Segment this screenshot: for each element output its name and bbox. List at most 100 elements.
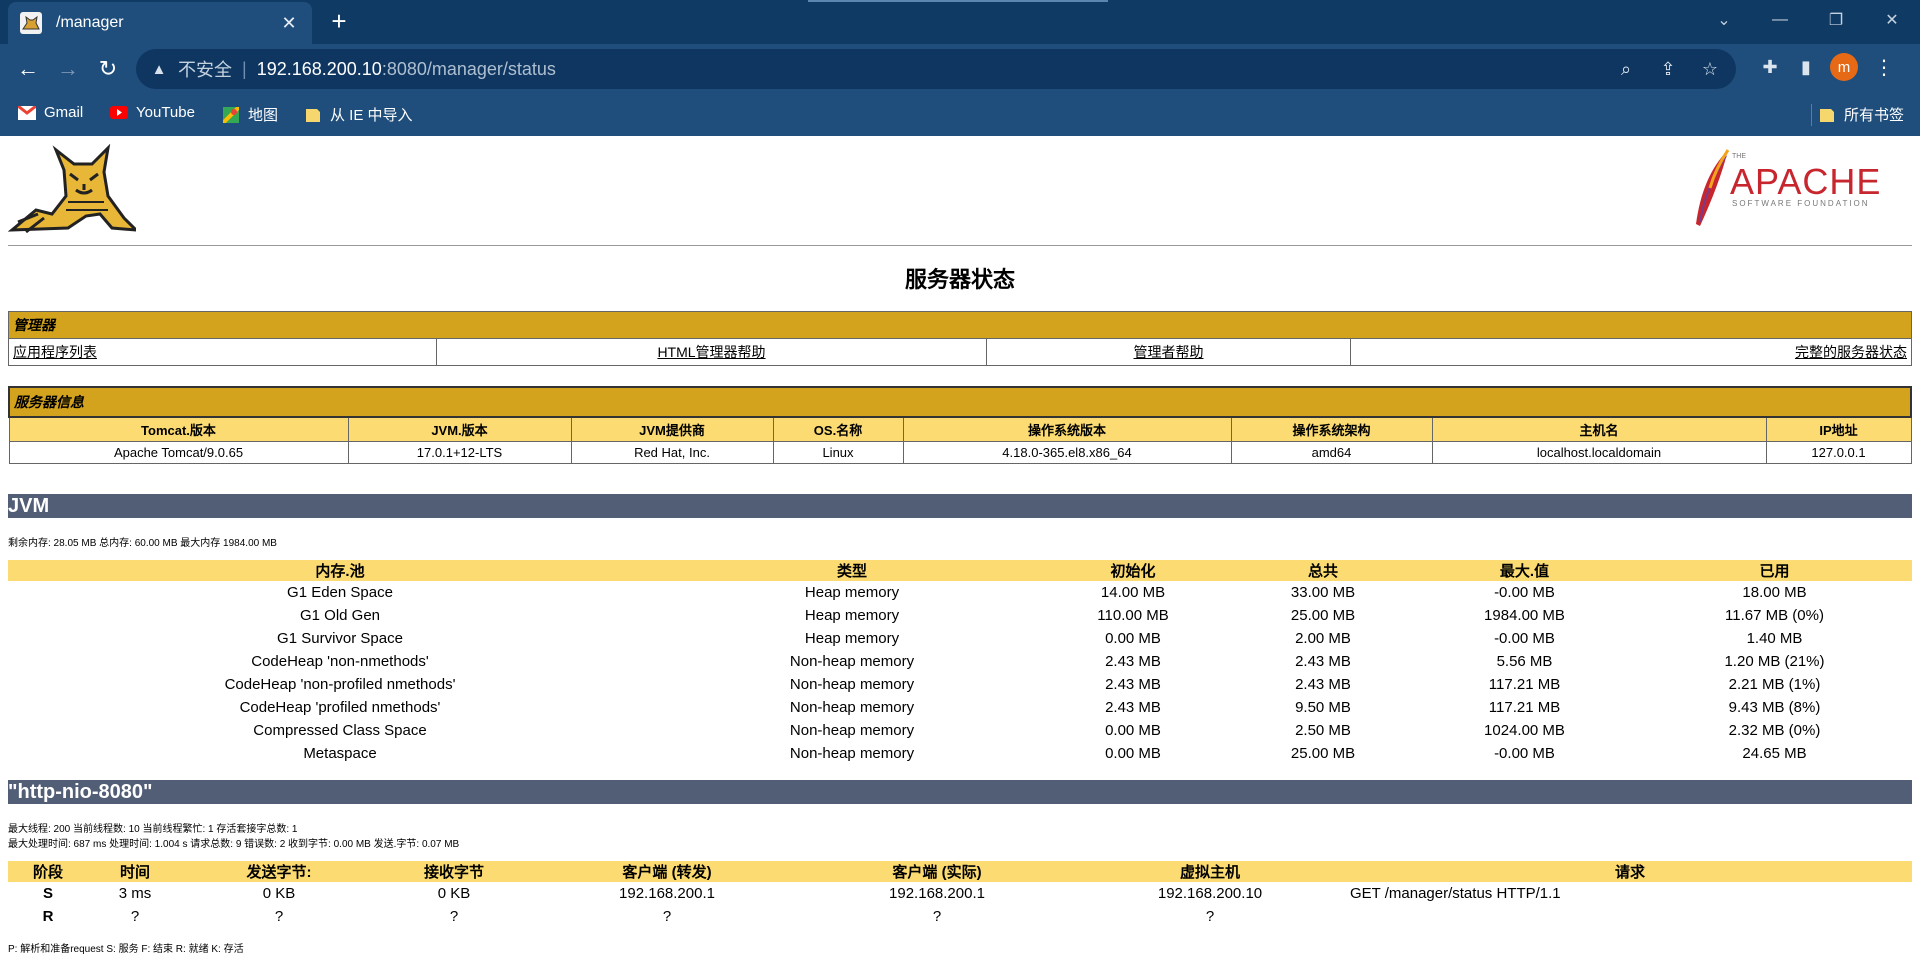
table-cell: Apache Tomcat/9.0.65 [8,441,349,464]
bookmark-import-ie[interactable]: 从 IE 中导入 [304,104,413,125]
pool-used: 11.67 MB (0%) [1725,607,1824,624]
link-manager-help[interactable]: 管理者帮助 [1134,344,1204,360]
side-panel-icon[interactable]: ▮ [1794,55,1818,79]
tomcat-logo-icon[interactable] [7,143,140,236]
pool-max: 5.56 MB [1496,653,1553,670]
header-divider [8,245,1912,246]
table-cell: localhost.localdomain [1431,441,1767,464]
pool-max: 1024.00 MB [1484,722,1565,739]
virtual-host-cell: ? [1205,908,1215,925]
all-bookmarks[interactable]: 所有书签 [1818,104,1904,125]
time-cell: 3 ms [118,885,152,902]
table-row: CodeHeap 'profiled nmethods' Non-heap me… [8,696,1912,719]
tab-manager[interactable]: /manager ✕ [8,2,312,44]
server-info-header: 服务器信息 [8,386,1912,418]
pool-used: 2.32 MB (0%) [1728,722,1821,739]
table-row: G1 Old Gen Heap memory 110.00 MB 25.00 M… [8,604,1912,627]
pool-name: CodeHeap 'non-profiled nmethods' [224,676,456,693]
table-row: S 3 ms 0 KB 0 KB 192.168.200.1 192.168.2… [8,882,1912,905]
bytes-sent-cell: 0 KB [262,885,296,902]
column-header: 主机名 [1431,416,1767,442]
pool-init: 14.00 MB [1100,584,1166,601]
reload-icon[interactable]: ↻ [92,53,124,85]
pool-type: Non-heap memory [789,676,915,693]
bookmark-star-icon[interactable]: ☆ [1698,57,1722,81]
tab-close-icon[interactable]: ✕ [278,13,300,34]
pool-name: Compressed Class Space [253,722,427,739]
column-header: 客户端 (实际) [802,861,1072,882]
column-header: 请求 [1348,861,1912,882]
url-host: 192.168.200.10 [256,58,382,79]
address-bar[interactable]: ▲ 不安全 | 192.168.200.10 :8080/manager/sta… [136,49,1736,89]
connector-section-title: "http-nio-8080" [8,780,1912,804]
pool-used: 24.65 MB [1742,745,1807,762]
pool-type: Non-heap memory [789,699,915,716]
bookmark-youtube[interactable]: YouTube [110,104,195,121]
back-icon[interactable]: ← [12,53,44,85]
server-info-table: 服务器信息 Tomcat.版本 JVM.版本 JVM提供商 OS.名称 操作系统… [8,386,1912,464]
request-cell [1348,905,1912,928]
manager-table: 管理器 应用程序列表 HTML管理器帮助 管理者帮助 完整的服务器状态 [8,311,1912,366]
new-tab-button[interactable]: + [324,6,354,36]
zoom-icon[interactable]: ⌕ [1614,57,1638,81]
server-info-header-row: Tomcat.版本 JVM.版本 JVM提供商 OS.名称 操作系统版本 操作系… [8,416,1912,442]
column-header: 接收字节 [376,861,532,882]
bookmark-label: 地图 [248,107,279,124]
table-row: Metaspace Non-heap memory 0.00 MB 25.00 … [8,742,1912,765]
table-row: G1 Survivor Space Heap memory 0.00 MB 2.… [8,627,1912,650]
restore-icon[interactable]: ❐ [1808,0,1864,40]
share-icon[interactable]: ⇪ [1656,57,1680,81]
manager-header: 管理器 [8,311,1912,339]
column-header: 已用 [1637,560,1912,581]
table-row: R ? ? ? ? ? ? [8,905,1912,928]
table-cell: 17.0.1+12-LTS [347,441,572,464]
bookmark-label: YouTube [136,104,195,121]
folder-icon [1818,107,1836,123]
link-app-list[interactable]: 应用程序列表 [13,344,97,360]
table-cell: Red Hat, Inc. [570,441,774,464]
browser-chrome: /manager ✕ + ⌄ — ❐ ✕ ← → ↻ ▲ 不安全 | 192.1… [0,0,1920,136]
profile-avatar[interactable]: m [1830,53,1858,81]
column-header: 阶段 [8,861,88,882]
tabstrip-accent [808,0,1108,2]
warning-icon[interactable]: ▲ [150,60,168,78]
pool-name: CodeHeap 'non-nmethods' [251,653,429,670]
pool-max: 1984.00 MB [1484,607,1565,624]
pool-total: 25.00 MB [1290,607,1356,624]
menu-icon[interactable]: ⋮ [1870,55,1898,80]
column-header: Tomcat.版本 [8,416,349,442]
request-cell: GET /manager/status HTTP/1.1 [1350,885,1561,902]
client-actual-cell: ? [932,908,942,925]
link-html-manager-help[interactable]: HTML管理器帮助 [657,344,765,360]
pool-init: 2.43 MB [1105,653,1161,670]
apache-logo-icon[interactable]: THE APACHE SOFTWARE FOUNDATION [1684,144,1884,232]
pool-type: Non-heap memory [789,722,915,739]
bookmark-gmail[interactable]: Gmail [18,104,83,121]
stage-cell: S [42,885,53,902]
column-header: 操作系统架构 [1230,416,1433,442]
manager-link-cell: HTML管理器帮助 [436,338,987,366]
bookmark-label: Gmail [44,104,84,121]
virtual-host-cell: 192.168.200.10 [1157,885,1263,902]
close-window-icon[interactable]: ✕ [1864,0,1920,40]
table-row: Compressed Class Space Non-heap memory 0… [8,719,1912,742]
pool-name: G1 Old Gen [299,607,381,624]
extensions-icon[interactable]: ✚ [1758,55,1782,79]
bookmark-maps[interactable]: 地图 [222,104,278,125]
column-header: 初始化 [1032,560,1234,581]
table-row: CodeHeap 'non-nmethods' Non-heap memory … [8,650,1912,673]
forward-icon[interactable]: → [52,53,84,85]
column-header: 总共 [1234,560,1412,581]
table-row: CodeHeap 'non-profiled nmethods' Non-hea… [8,673,1912,696]
table-cell: 4.18.0-365.el8.x86_64 [902,441,1232,464]
pool-name: G1 Survivor Space [277,630,403,647]
svg-text:SOFTWARE FOUNDATION: SOFTWARE FOUNDATION [1732,199,1870,208]
column-header: 操作系统版本 [902,416,1232,442]
manager-link-cell: 管理者帮助 [986,338,1351,366]
minimize-icon[interactable]: — [1752,0,1808,40]
tab-search-icon[interactable]: ⌄ [1696,0,1752,40]
server-info-row: Apache Tomcat/9.0.65 17.0.1+12-LTS Red H… [8,441,1912,464]
column-header: OS.名称 [772,416,904,442]
bytes-received-cell: ? [449,908,459,925]
link-full-server-status[interactable]: 完整的服务器状态 [1795,344,1907,360]
